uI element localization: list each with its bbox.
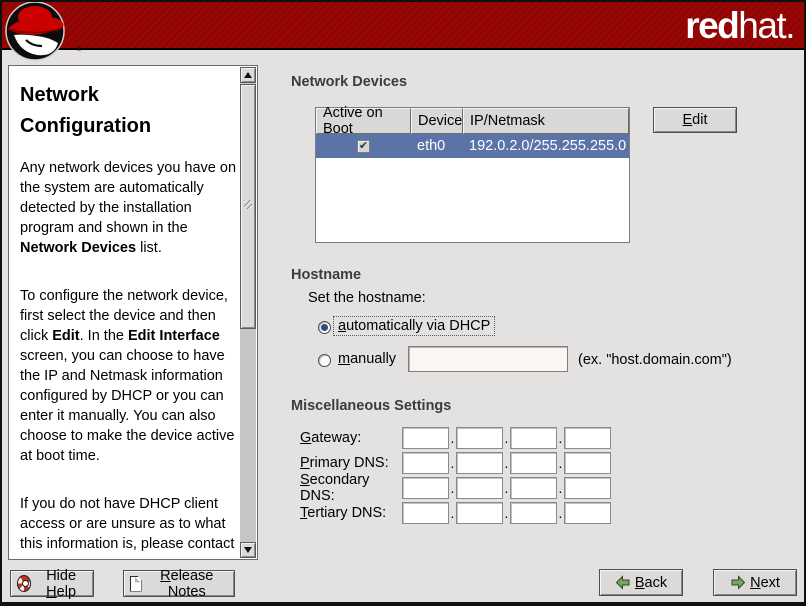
document-icon xyxy=(130,576,142,592)
network-devices-table: Active on Boot Device IP/Netmask eth0 19… xyxy=(315,107,630,243)
primary-dns-octet-4[interactable] xyxy=(564,452,611,474)
secondary-dns-label: Secondary DNS: xyxy=(300,472,402,504)
manual-hostname-input[interactable] xyxy=(408,346,568,372)
tertiary-dns-octet-2[interactable] xyxy=(456,502,503,524)
brand-hat: hat xyxy=(738,7,785,44)
help-text: Network Configuration Any network device… xyxy=(20,72,242,557)
help-panel: Network Configuration Any network device… xyxy=(8,65,258,560)
hostname-section-label: Hostname xyxy=(291,267,361,283)
back-button[interactable]: Back xyxy=(599,569,683,596)
table-header-row: Active on Boot Device IP/Netmask xyxy=(316,108,629,134)
help-paragraph-2: To configure the network device, first s… xyxy=(20,286,242,466)
gateway-octet-4[interactable] xyxy=(564,427,611,449)
up-arrow-icon xyxy=(244,72,252,78)
help-scrollbar[interactable] xyxy=(240,67,256,558)
scroll-up-button[interactable] xyxy=(240,67,256,83)
tertiary-dns-octet-1[interactable] xyxy=(402,502,449,524)
primary-dns-octet-2[interactable] xyxy=(456,452,503,474)
ip-netmask-cell: 192.0.2.0/255.255.255.0 xyxy=(463,134,629,158)
secondary-dns-row: Secondary DNS: ... xyxy=(300,475,611,500)
device-cell: eth0 xyxy=(411,134,463,158)
tertiary-dns-row: Tertiary DNS: ... xyxy=(300,500,611,525)
primary-dns-octet-3[interactable] xyxy=(510,452,557,474)
edit-button[interactable]: Edit xyxy=(653,107,737,133)
tertiary-dns-label: Tertiary DNS: xyxy=(300,505,402,521)
network-devices-section-label: Network Devices xyxy=(291,74,407,90)
gateway-octet-3[interactable] xyxy=(510,427,557,449)
misc-settings-rows: Gateway: ... Primary DNS: ... Secondary … xyxy=(300,425,611,525)
column-header-device[interactable]: Device xyxy=(411,108,463,134)
active-on-boot-checkbox[interactable] xyxy=(357,140,370,153)
brand-red: red xyxy=(685,7,738,44)
manual-hostname-label[interactable]: manually xyxy=(338,351,396,367)
gateway-label: Gateway: xyxy=(300,430,402,446)
set-hostname-prompt: Set the hostname: xyxy=(308,290,426,306)
help-paragraph-1: Any network devices you have on the syst… xyxy=(20,158,242,258)
back-arrow-icon xyxy=(615,575,631,590)
secondary-dns-octet-1[interactable] xyxy=(402,477,449,499)
column-header-ip-netmask[interactable]: IP/Netmask xyxy=(463,108,629,134)
radio-auto-dhcp[interactable] xyxy=(318,321,331,334)
radio-manual-hostname[interactable] xyxy=(318,354,331,367)
top-banner: redhat. xyxy=(2,2,804,50)
tertiary-dns-octet-3[interactable] xyxy=(510,502,557,524)
brand-dot: . xyxy=(785,7,794,44)
secondary-dns-octet-4[interactable] xyxy=(564,477,611,499)
registered-trademark-mark: ® xyxy=(76,44,82,53)
next-arrow-icon xyxy=(730,575,746,590)
release-notes-button[interactable]: Release Notes xyxy=(123,570,235,597)
column-header-active-on-boot[interactable]: Active on Boot xyxy=(316,108,411,134)
primary-dns-octet-1[interactable] xyxy=(402,452,449,474)
next-button[interactable]: Next xyxy=(713,569,797,596)
auto-dhcp-label[interactable]: automatically via DHCP xyxy=(333,316,495,336)
down-arrow-icon xyxy=(244,547,252,553)
gateway-octet-2[interactable] xyxy=(456,427,503,449)
hide-help-button[interactable]: Hide Help xyxy=(10,570,94,597)
scroll-down-button[interactable] xyxy=(240,542,256,558)
gateway-octet-1[interactable] xyxy=(402,427,449,449)
gateway-row: Gateway: ... xyxy=(300,425,611,450)
life-ring-icon xyxy=(17,575,31,592)
installer-window: redhat. ® Network Configuration Any netw… xyxy=(0,0,806,606)
table-row-eth0[interactable]: eth0 192.0.2.0/255.255.255.0 xyxy=(316,134,629,158)
primary-dns-label: Primary DNS: xyxy=(300,455,402,471)
tertiary-dns-octet-4[interactable] xyxy=(564,502,611,524)
help-title: Network Configuration xyxy=(20,80,205,142)
redhat-shadowman-logo xyxy=(4,2,76,66)
hostname-example-hint: (ex. "host.domain.com") xyxy=(578,352,732,368)
scrollbar-thumb[interactable] xyxy=(240,84,256,329)
help-paragraph-3: If you do not have DHCP client access or… xyxy=(20,494,242,557)
secondary-dns-octet-2[interactable] xyxy=(456,477,503,499)
misc-settings-section-label: Miscellaneous Settings xyxy=(291,398,451,414)
redhat-wordmark: redhat. xyxy=(685,2,794,48)
secondary-dns-octet-3[interactable] xyxy=(510,477,557,499)
